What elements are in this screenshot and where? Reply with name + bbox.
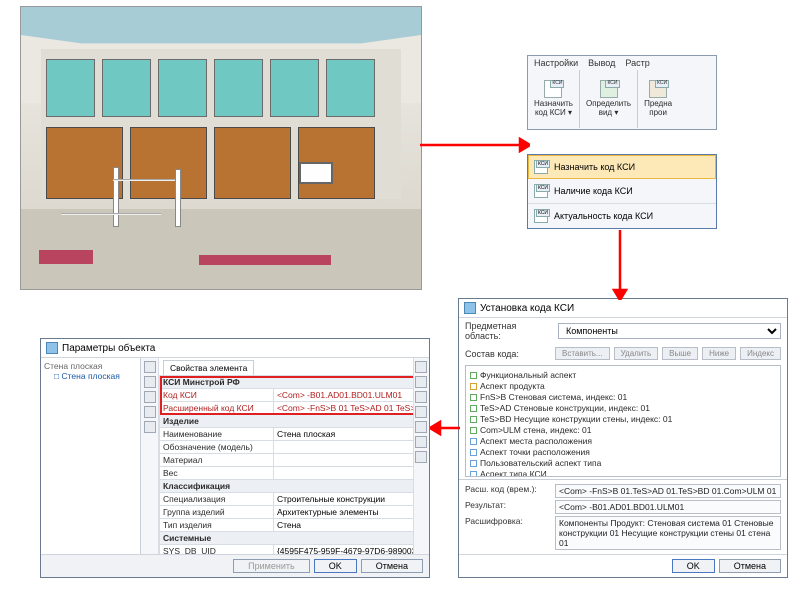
tree-node[interactable]: Аспект продукта <box>470 381 776 392</box>
tool-icon[interactable] <box>415 361 427 373</box>
tool-icon[interactable] <box>144 361 156 373</box>
arrow-icon <box>420 135 530 155</box>
result-label: Результат: <box>465 500 549 514</box>
property-row[interactable]: СпециализацияСтроительные конструкции <box>160 493 414 506</box>
dialog-titlebar: Установка кода КСИ <box>459 299 787 318</box>
tool-icon[interactable] <box>144 406 156 418</box>
ksi-icon <box>534 209 548 223</box>
tree-node[interactable]: Com>ULM стена, индекс: 01 <box>470 425 776 436</box>
index-button[interactable]: Индекс <box>740 347 781 360</box>
code-tree[interactable]: Функциональный аспектАспект продуктаFnS>… <box>465 365 781 477</box>
property-row[interactable]: Вес <box>160 467 414 480</box>
ribbon-tab[interactable]: Растр <box>625 58 649 68</box>
property-row[interactable]: Системные <box>160 532 414 545</box>
dialog-icon <box>464 302 476 314</box>
tree-node[interactable]: Аспект места расположения <box>470 436 776 447</box>
dialog-icon <box>46 342 58 354</box>
tree-node[interactable]: Аспект точки расположения <box>470 447 776 458</box>
dialog-titlebar: Параметры объекта <box>41 339 429 358</box>
property-grid[interactable]: КСИ Минстрой РФКод КСИ<Com> -B01.AD01.BD… <box>159 375 413 554</box>
ksi-icon <box>534 184 548 198</box>
properties-tab[interactable]: Свойства элемента <box>163 360 254 375</box>
property-row[interactable]: Код КСИ<Com> -B01.AD01.BD01.ULM01 <box>160 389 414 402</box>
tool-icon[interactable] <box>144 391 156 403</box>
dialog-title: Параметры объекта <box>62 343 155 354</box>
ribbon-assign-ksi-button[interactable]: Назначить код КСИ ▾ <box>528 70 580 128</box>
cancel-button[interactable]: Отмена <box>719 559 781 573</box>
tree-node[interactable]: TeS>BD Несущие конструкции стены, индекс… <box>470 414 776 425</box>
dialog-title: Установка кода КСИ <box>480 303 574 314</box>
object-params-dialog: Параметры объекта Стена плоская □ Стена … <box>40 338 430 578</box>
delete-button[interactable]: Удалить <box>614 347 659 360</box>
arrow-icon <box>610 230 630 300</box>
property-row[interactable]: Обозначение (модель) <box>160 441 414 454</box>
property-row[interactable]: Группа изделийАрхитектурные элементы <box>160 506 414 519</box>
ksi-icon <box>544 80 562 98</box>
property-row[interactable]: Изделие <box>160 415 414 428</box>
tree-node[interactable]: Пользовательский аспект типа <box>470 458 776 469</box>
menu-actuality-ksi[interactable]: Актуальность кода КСИ <box>528 204 716 228</box>
property-row[interactable]: SYS_DB_UID{4595F475-959F-4679-97D6-98900… <box>160 545 414 555</box>
tool-icon[interactable] <box>144 376 156 388</box>
insert-button[interactable]: Вставить... <box>555 347 610 360</box>
code-toolbar: Вставить... Удалить Выше Ниже Индекс <box>555 347 781 360</box>
tree-node[interactable]: TeS>AD Стеновые конструкции, индекс: 01 <box>470 403 776 414</box>
ext-code-label: Расш. код (врем.): <box>465 484 549 498</box>
property-row[interactable]: КСИ Минстрой РФ <box>160 376 414 389</box>
ribbon-tab[interactable]: Настройки <box>534 58 578 68</box>
tool-icon[interactable] <box>415 436 427 448</box>
up-button[interactable]: Выше <box>662 347 698 360</box>
ribbon-group-3[interactable]: Предна прои <box>638 70 678 128</box>
property-row[interactable]: Классификация <box>160 480 414 493</box>
property-row[interactable]: НаименованиеСтена плоская <box>160 428 414 441</box>
property-row[interactable]: Тип изделияСтена <box>160 519 414 532</box>
property-row[interactable]: Материал <box>160 454 414 467</box>
ksi-dropdown-menu: Назначить код КСИ Наличие кода КСИ Актуа… <box>527 154 717 229</box>
object-tree[interactable]: Стена плоская □ Стена плоская <box>41 358 141 554</box>
tool-icon[interactable] <box>415 376 427 388</box>
ok-button[interactable]: OK <box>672 559 715 573</box>
menu-presence-ksi[interactable]: Наличие кода КСИ <box>528 179 716 204</box>
ribbon-tab[interactable]: Вывод <box>588 58 615 68</box>
tool-icon[interactable] <box>415 406 427 418</box>
ext-code-value: <Com> -FnS>B 01.TeS>AD 01.TeS>BD 01.Com>… <box>555 484 781 498</box>
apply-button[interactable]: Применить <box>233 559 310 573</box>
property-row[interactable]: Расширенный код КСИ<Com> -FnS>B 01 TeS>A… <box>160 402 414 415</box>
cancel-button[interactable]: Отмена <box>361 559 423 573</box>
domain-select[interactable]: Компоненты <box>558 323 781 339</box>
decode-value: Компоненты Продукт: Стеновая система 01 … <box>555 516 781 550</box>
code-composition-label: Состав кода: <box>465 349 550 359</box>
tool-icon[interactable] <box>415 421 427 433</box>
ksi-icon <box>534 160 548 174</box>
ribbon-define-view-button[interactable]: Определить вид ▾ <box>580 70 638 128</box>
menu-assign-ksi[interactable]: Назначить код КСИ <box>528 155 716 179</box>
view-icon <box>600 80 618 98</box>
right-toolbar <box>413 358 429 554</box>
tool-icon[interactable] <box>415 451 427 463</box>
domain-label: Предметная область: <box>465 321 553 341</box>
down-button[interactable]: Ниже <box>702 347 736 360</box>
tree-node[interactable]: Функциональный аспект <box>470 370 776 381</box>
tool-icon[interactable] <box>415 391 427 403</box>
ok-button[interactable]: OK <box>314 559 357 573</box>
left-toolbar <box>141 358 159 554</box>
result-value: <Com> -B01.AD01.BD01.ULM01 <box>555 500 781 514</box>
tree-node[interactable]: FnS>B Стеновая система, индекс: 01 <box>470 392 776 403</box>
tree-node[interactable]: Аспект типа КСИ <box>470 469 776 477</box>
ribbon-panel: Настройки Вывод Растр Назначить код КСИ … <box>527 55 717 130</box>
install-ksi-dialog: Установка кода КСИ Предметная область: К… <box>458 298 788 578</box>
tool-icon[interactable] <box>144 421 156 433</box>
arrow-icon <box>430 418 460 438</box>
model-3d-viewport[interactable] <box>20 6 422 290</box>
decode-label: Расшифровка: <box>465 516 549 550</box>
icon <box>649 80 667 98</box>
